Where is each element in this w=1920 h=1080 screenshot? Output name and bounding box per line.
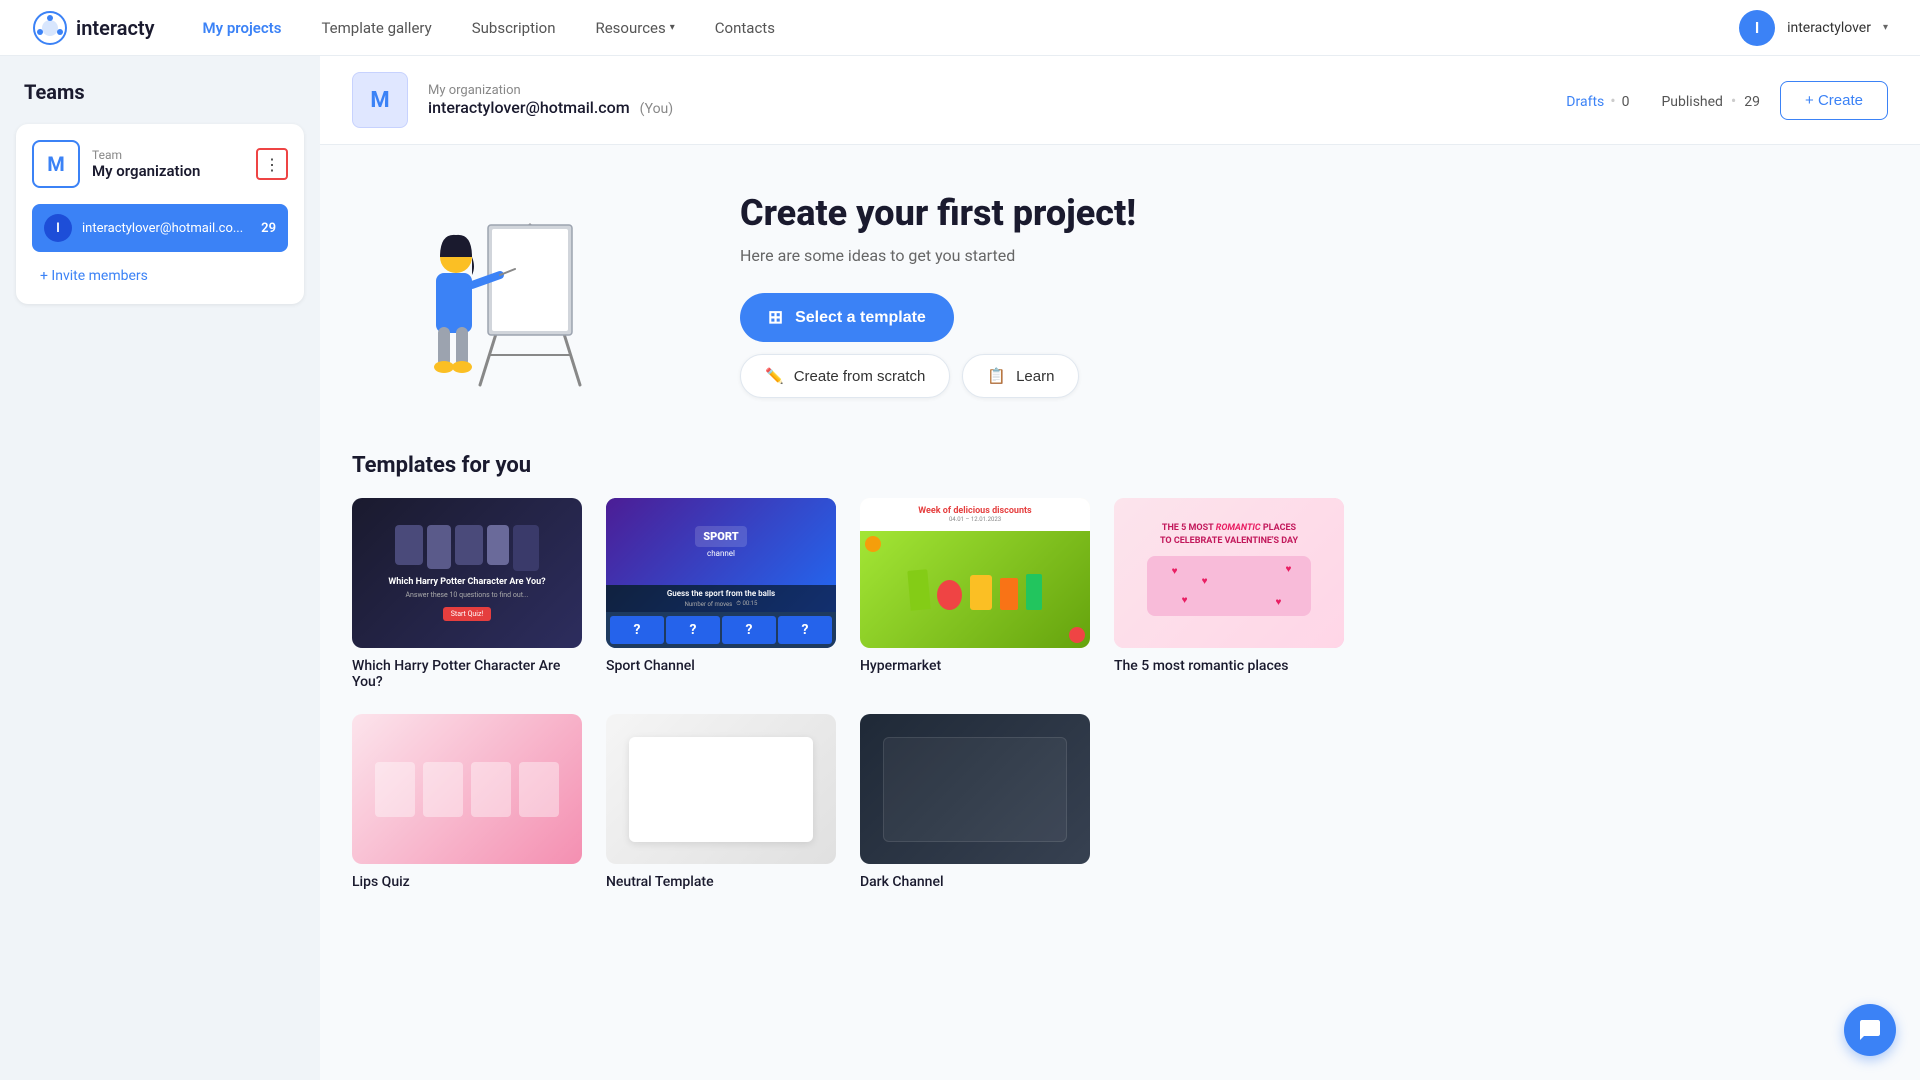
nav-contacts[interactable]: Contacts <box>699 11 791 45</box>
template-card-hypermarket[interactable]: Week of delicious discounts 04.01 – 12.0… <box>860 498 1090 690</box>
drafts-stat: Drafts • 0 <box>1566 91 1629 110</box>
org-email: interactylover@hotmail.com <box>428 98 630 117</box>
template-thumb-sport: SPORT channel Guess the sport from the b… <box>606 498 836 648</box>
main-content: M My organization interactylover@hotmail… <box>320 56 1920 1080</box>
team-name: My organization <box>92 162 200 180</box>
template-thumb-romantic: THE 5 MOST ROMANTIC PLACESTO CELEBRATE V… <box>1114 498 1344 648</box>
template-card-romantic[interactable]: THE 5 MOST ROMANTIC PLACESTO CELEBRATE V… <box>1114 498 1344 690</box>
template-thumb-dark <box>860 714 1090 864</box>
pencil-icon: ✏️ <box>765 367 784 385</box>
team-header: M Team My organization ⋮ <box>32 140 288 188</box>
team-card: M Team My organization ⋮ I interactylove… <box>16 124 304 304</box>
templates-title: Templates for you <box>352 453 1888 478</box>
template-name-romantic: The 5 most romantic places <box>1114 658 1344 674</box>
org-you-label: (You) <box>640 101 673 117</box>
nav-my-projects[interactable]: My projects <box>187 11 298 45</box>
navbar-right: I interactylover ▾ <box>1739 10 1888 46</box>
nav-links: My projects Template gallery Subscriptio… <box>187 11 1740 45</box>
layout: Teams M Team My organization ⋮ I interac… <box>0 56 1920 1080</box>
template-name-sport: Sport Channel <box>606 658 836 674</box>
template-card-sport[interactable]: SPORT channel Guess the sport from the b… <box>606 498 836 690</box>
hero-title: Create your first project! <box>740 192 1136 234</box>
template-card-hp[interactable]: Which Harry Potter Character Are You? An… <box>352 498 582 690</box>
navbar: interacty My projects Template gallery S… <box>0 0 1920 56</box>
template-name-neutral: Neutral Template <box>606 874 836 890</box>
drafts-count: 0 <box>1622 94 1630 110</box>
book-icon: 📋 <box>987 367 1006 385</box>
template-name-hypermarket: Hypermarket <box>860 658 1090 674</box>
nav-subscription[interactable]: Subscription <box>456 11 572 45</box>
chat-bubble-button[interactable] <box>1844 1004 1896 1056</box>
org-header: M My organization interactylover@hotmail… <box>320 56 1920 145</box>
published-label: Published <box>1661 94 1722 110</box>
template-name-lips: Lips Quiz <box>352 874 582 890</box>
nav-template-gallery[interactable]: Template gallery <box>305 11 447 45</box>
member-count: 29 <box>261 221 276 236</box>
template-card-neutral[interactable]: Neutral Template <box>606 714 836 890</box>
org-avatar: M <box>352 72 408 128</box>
template-card-lips[interactable]: Lips Quiz <box>352 714 582 890</box>
template-thumb-neutral <box>606 714 836 864</box>
team-label: Team <box>92 148 200 162</box>
templates-grid: Which Harry Potter Character Are You? An… <box>352 498 1888 690</box>
hero-section: Create your first project! Here are some… <box>320 145 1920 445</box>
team-info: M Team My organization <box>32 140 200 188</box>
team-options-button[interactable]: ⋮ <box>256 148 288 180</box>
hero-text: Create your first project! Here are some… <box>740 192 1136 398</box>
templates-section: Templates for you Whi <box>320 445 1920 922</box>
chat-icon <box>1858 1018 1882 1042</box>
member-email: interactylover@hotmail.co... <box>82 221 251 236</box>
user-name[interactable]: interactylover <box>1787 20 1871 36</box>
team-avatar: M <box>32 140 80 188</box>
team-details: Team My organization <box>92 148 200 180</box>
member-avatar: I <box>44 214 72 242</box>
nav-resources[interactable]: Resources ▾ <box>579 11 690 45</box>
drafts-link[interactable]: Drafts <box>1566 94 1604 110</box>
template-thumb-lips <box>352 714 582 864</box>
learn-button[interactable]: 📋 Learn <box>962 354 1079 398</box>
template-thumb-hypermarket: Week of delicious discounts 04.01 – 12.0… <box>860 498 1090 648</box>
user-chevron-icon[interactable]: ▾ <box>1883 22 1888 33</box>
user-avatar: I <box>1739 10 1775 46</box>
select-template-button[interactable]: ⊞ Select a template <box>740 293 954 342</box>
hero-subtitle: Here are some ideas to get you started <box>740 246 1136 265</box>
published-count: 29 <box>1744 94 1760 110</box>
hero-actions: ⊞ Select a template ✏️ Create from scrat… <box>740 293 1136 398</box>
org-info: My organization interactylover@hotmail.c… <box>428 83 1546 117</box>
member-row[interactable]: I interactylover@hotmail.co... 29 <box>32 204 288 252</box>
template-name-hp: Which Harry Potter Character Are You? <box>352 658 582 690</box>
btn-row: ✏️ Create from scratch 📋 Learn <box>740 354 1136 398</box>
template-thumb-hp: Which Harry Potter Character Are You? An… <box>352 498 582 648</box>
template-name-dark: Dark Channel <box>860 874 1090 890</box>
create-button[interactable]: + Create <box>1780 81 1888 120</box>
chevron-down-icon: ▾ <box>670 22 675 33</box>
org-stats: Drafts • 0 Published • 29 <box>1566 91 1760 110</box>
published-stat: Published • 29 <box>1661 91 1760 110</box>
invite-members-button[interactable]: + Invite members <box>32 264 288 288</box>
create-from-scratch-button[interactable]: ✏️ Create from scratch <box>740 354 950 398</box>
hero-illustration <box>400 185 660 405</box>
sidebar-title: Teams <box>16 80 304 104</box>
org-name: My organization <box>428 83 1546 98</box>
logo[interactable]: interacty <box>32 10 155 46</box>
template-card-dark[interactable]: Dark Channel <box>860 714 1090 890</box>
templates-grid-bottom: Lips Quiz Neutral Template <box>352 714 1888 890</box>
sidebar: Teams M Team My organization ⋮ I interac… <box>0 56 320 1080</box>
logo-text: interacty <box>76 16 155 40</box>
org-email-row: interactylover@hotmail.com (You) <box>428 98 1546 117</box>
grid-icon: ⊞ <box>768 307 783 328</box>
